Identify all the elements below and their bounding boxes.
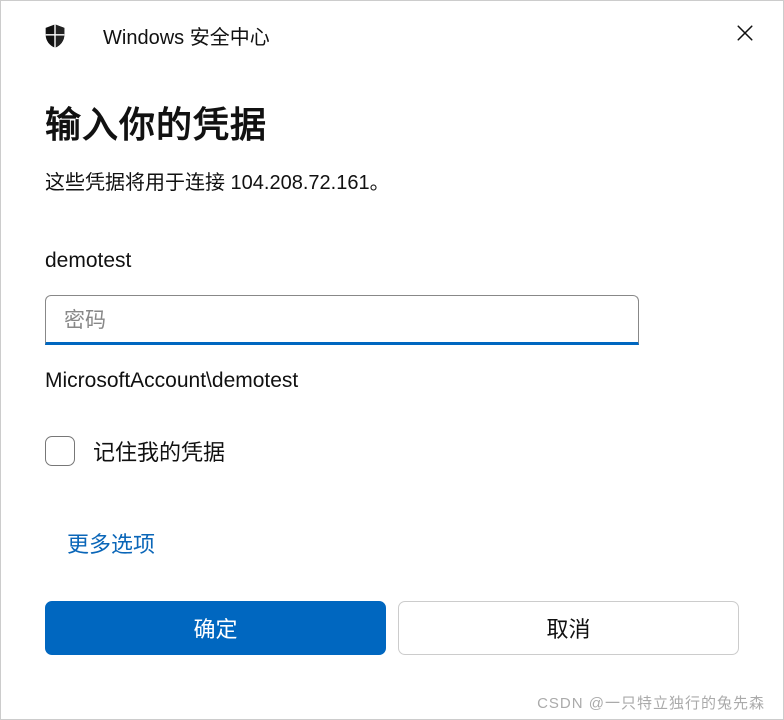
button-row: 确定 取消: [45, 601, 739, 675]
remember-checkbox[interactable]: [45, 436, 75, 466]
remember-row: 记住我的凭据: [45, 435, 739, 467]
close-icon: [736, 24, 754, 47]
watermark: CSDN @一只特立独行的兔先森: [537, 692, 765, 713]
username-label: demotest: [45, 249, 739, 273]
heading: 输入你的凭据: [45, 96, 739, 148]
subtext: 这些凭据将用于连接 104.208.72.161。: [45, 166, 739, 195]
password-input[interactable]: [45, 295, 639, 345]
titlebar: Windows 安全中心: [1, 1, 783, 60]
shield-icon: [41, 22, 69, 50]
dialog-title: Windows 安全中心: [103, 21, 270, 50]
more-options-link[interactable]: 更多选项: [67, 527, 739, 559]
ok-button-label: 确定: [193, 612, 237, 644]
dialog-content: 输入你的凭据 这些凭据将用于连接 104.208.72.161。 demotes…: [1, 60, 783, 675]
account-line: MicrosoftAccount\demotest: [45, 369, 739, 393]
remember-label: 记住我的凭据: [93, 435, 225, 467]
cancel-button[interactable]: 取消: [398, 601, 739, 655]
credential-dialog: Windows 安全中心 输入你的凭据 这些凭据将用于连接 104.208.72…: [0, 0, 784, 720]
close-button[interactable]: [729, 19, 761, 51]
cancel-button-label: 取消: [546, 612, 590, 644]
password-field-wrap: [45, 295, 739, 345]
ok-button[interactable]: 确定: [45, 601, 386, 655]
